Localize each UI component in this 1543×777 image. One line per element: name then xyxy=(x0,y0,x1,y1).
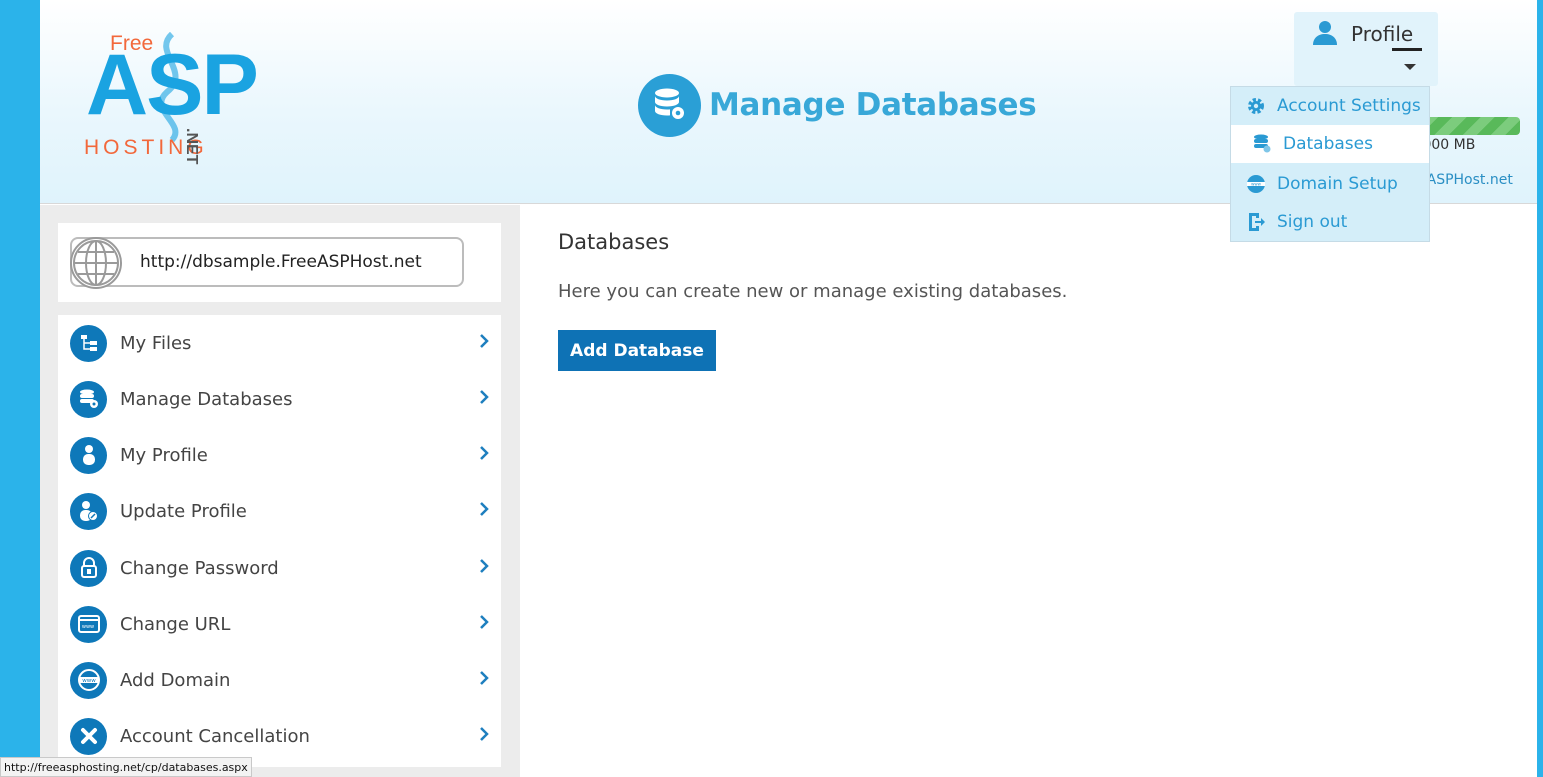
gear-icon xyxy=(1243,96,1269,116)
page: Free ASP HOSTING .NET Manage Databases , xyxy=(40,0,1537,777)
sidebar-item-label: Add Domain xyxy=(120,669,231,691)
sign-out-icon xyxy=(1243,212,1269,232)
www-icon: www xyxy=(70,661,107,699)
sidebar-item-label: My Profile xyxy=(120,444,208,466)
logo-net: .NET xyxy=(183,128,200,165)
sidebar-item-update-profile[interactable]: Update Profile xyxy=(58,483,501,539)
sidebar-menu: My Files Manage Databases My Profile Upd… xyxy=(58,315,501,767)
chevron-right-icon xyxy=(480,671,489,685)
site-url-text: http://dbsample.FreeASPHost.net xyxy=(140,252,422,272)
sidebar-item-label: Change URL xyxy=(120,613,231,635)
sidebar: http://dbsample.FreeASPHost.net My Files… xyxy=(40,205,520,777)
logo-swirl-icon xyxy=(158,32,179,142)
database-icon xyxy=(1249,134,1275,154)
lock-icon xyxy=(70,549,107,587)
chevron-right-icon xyxy=(480,559,489,573)
section-description: Here you can create new or manage existi… xyxy=(558,281,1068,302)
add-database-button[interactable]: Add Database xyxy=(558,330,716,371)
logo[interactable]: Free ASP HOSTING .NET xyxy=(82,28,259,165)
chevron-down-icon xyxy=(1404,64,1416,70)
user-icon xyxy=(70,436,107,474)
sidebar-item-change-url[interactable]: www Change URL xyxy=(58,596,501,652)
user-icon xyxy=(1313,21,1337,45)
dropdown-item-domain-setup[interactable]: www Domain Setup xyxy=(1231,165,1429,203)
sidebar-item-change-password[interactable]: Change Password xyxy=(58,540,501,596)
section-heading: Databases xyxy=(558,230,670,254)
chevron-right-icon xyxy=(480,446,489,460)
sidebar-item-label: Account Cancellation xyxy=(120,725,310,747)
svg-text:www: www xyxy=(82,678,96,684)
dropdown-label: Domain Setup xyxy=(1277,174,1398,194)
dropdown-label: Sign out xyxy=(1277,212,1348,232)
chevron-right-icon xyxy=(480,727,489,741)
sidebar-item-add-domain[interactable]: www Add Domain xyxy=(58,652,501,708)
files-icon xyxy=(70,324,107,362)
site-url-pill[interactable]: http://dbsample.FreeASPHost.net xyxy=(70,237,464,289)
user-edit-icon xyxy=(70,492,107,530)
dropdown-item-sign-out[interactable]: Sign out xyxy=(1231,203,1429,241)
sidebar-item-label: Change Password xyxy=(120,557,279,579)
page-title: Manage Databases xyxy=(638,73,1037,137)
url-icon: www xyxy=(70,605,107,643)
chevron-right-icon xyxy=(480,615,489,629)
profile-dropdown: Account Settings Databases www Domain Se… xyxy=(1230,86,1430,242)
caret-bar xyxy=(1392,48,1422,51)
site-url-box: http://dbsample.FreeASPHost.net xyxy=(58,223,501,302)
chevron-right-icon xyxy=(480,334,489,348)
svg-text:www: www xyxy=(81,624,93,630)
dropdown-label: Databases xyxy=(1283,134,1373,154)
sidebar-item-label: Update Profile xyxy=(120,500,247,522)
browser-status-bar: http://freeasphosting.net/cp/databases.a… xyxy=(0,757,252,777)
page-title-text: Manage Databases xyxy=(709,87,1037,123)
chevron-right-icon xyxy=(480,390,489,404)
database-icon xyxy=(70,380,107,418)
host-text: eASPHost.net xyxy=(1418,172,1513,188)
profile-menu-button[interactable]: Profile xyxy=(1294,12,1438,86)
dropdown-item-account-settings[interactable]: Account Settings xyxy=(1231,87,1429,125)
database-icon xyxy=(638,73,701,137)
www-icon: www xyxy=(1243,174,1269,194)
globe-icon xyxy=(70,237,122,289)
sidebar-item-my-files[interactable]: My Files xyxy=(58,315,501,371)
sidebar-item-my-profile[interactable]: My Profile xyxy=(58,427,501,483)
dropdown-label: Account Settings xyxy=(1277,96,1421,116)
profile-label: Profile xyxy=(1351,22,1414,46)
sidebar-item-manage-databases[interactable]: Manage Databases xyxy=(58,371,501,427)
sidebar-item-label: Manage Databases xyxy=(120,388,293,410)
chevron-right-icon xyxy=(480,502,489,516)
dropdown-item-databases[interactable]: Databases xyxy=(1231,125,1429,163)
sidebar-item-label: My Files xyxy=(120,332,192,354)
sidebar-item-account-cancellation[interactable]: Account Cancellation xyxy=(58,708,501,764)
close-icon xyxy=(70,717,107,755)
svg-text:www: www xyxy=(1251,182,1262,187)
